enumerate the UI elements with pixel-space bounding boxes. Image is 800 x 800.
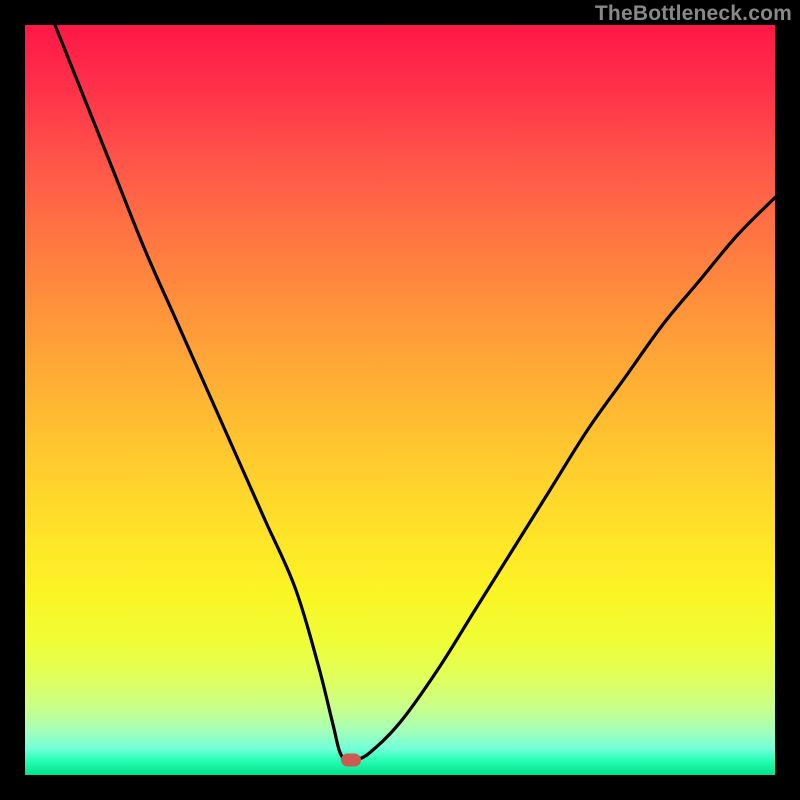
bottleneck-curve-path xyxy=(55,25,775,761)
chart-container: TheBottleneck.com xyxy=(0,0,800,800)
plot-area xyxy=(25,25,775,775)
minimum-marker xyxy=(341,754,361,767)
curve-svg xyxy=(25,25,775,775)
watermark-text: TheBottleneck.com xyxy=(595,2,792,26)
